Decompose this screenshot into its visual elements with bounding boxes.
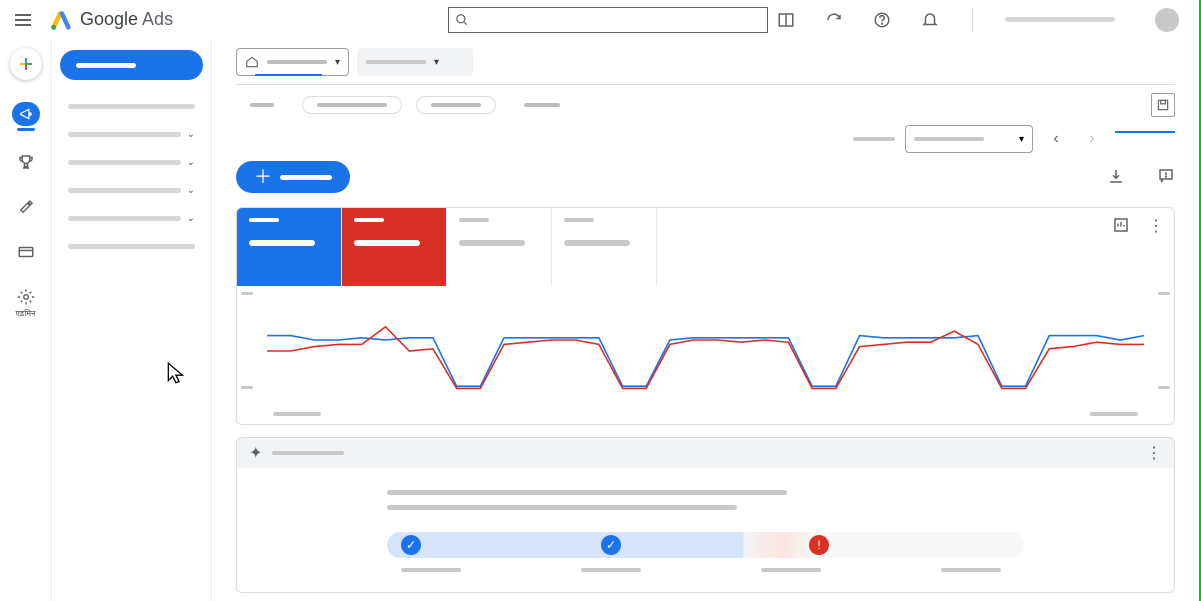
step-label-2 — [761, 568, 821, 572]
sidebar-item-2[interactable]: ⌄ — [60, 148, 203, 176]
main-menu-button[interactable] — [8, 14, 38, 26]
trophy-icon — [17, 153, 35, 171]
save-layout-icon[interactable] — [1151, 93, 1175, 117]
caret-down-icon: ▾ — [434, 57, 439, 68]
metric-card-1[interactable] — [342, 208, 447, 286]
step-label-0 — [401, 568, 461, 572]
breadcrumb-2[interactable] — [416, 96, 496, 114]
new-button[interactable]: ＋ — [236, 161, 350, 193]
metric-card-3[interactable] — [552, 208, 657, 286]
caret-down-icon: ▾ — [1019, 134, 1024, 145]
tools-icon — [17, 198, 35, 216]
more-icon[interactable]: ⋮ — [1148, 216, 1164, 239]
recommendation-title — [387, 490, 787, 495]
account-name — [1005, 17, 1115, 22]
step-label-1 — [581, 568, 641, 572]
breadcrumb-1[interactable] — [302, 96, 402, 114]
chevron-down-icon: ⌄ — [187, 129, 195, 140]
step-done-icon: ✓ — [601, 535, 621, 555]
app-name: Google Ads — [80, 9, 173, 30]
metric-card-2[interactable] — [447, 208, 552, 286]
plus-icon: ＋ — [254, 168, 272, 186]
active-tab-indicator — [1115, 131, 1175, 133]
ads-logo-icon — [50, 9, 72, 31]
sidebar-item-3[interactable]: ⌄ — [60, 176, 203, 204]
step-error-icon: ! — [809, 535, 829, 555]
card-icon — [17, 243, 35, 261]
breadcrumb-0[interactable] — [236, 96, 288, 114]
search-icon — [449, 13, 475, 27]
expand-chart-icon[interactable] — [1112, 216, 1130, 239]
rail-campaigns[interactable] — [10, 102, 42, 131]
step-done-icon: ✓ — [401, 535, 421, 555]
daterange-dropdown[interactable]: ▾ — [905, 125, 1033, 153]
help-icon[interactable] — [872, 10, 892, 30]
sidebar-item-5[interactable] — [60, 232, 203, 260]
recommendation-heading — [272, 451, 344, 455]
step-label-3 — [941, 568, 1001, 572]
campaign-selector[interactable]: ▾ — [357, 48, 473, 76]
chevron-down-icon: ⌄ — [187, 157, 195, 168]
create-button[interactable] — [10, 48, 42, 80]
rail-goals[interactable] — [10, 153, 42, 176]
rail-admin-label: एडमिन — [16, 308, 36, 319]
account-selector[interactable]: ▾ — [236, 48, 349, 76]
setup-progress: ✓ ✓ ! — [387, 532, 1024, 558]
divider — [972, 8, 973, 32]
search-input[interactable] — [475, 13, 767, 27]
rail-tools[interactable] — [10, 198, 42, 221]
gear-icon — [17, 288, 35, 306]
metric-card-0[interactable] — [237, 208, 342, 286]
sidebar-item-0[interactable] — [60, 92, 203, 120]
breadcrumb-3[interactable] — [510, 96, 574, 114]
home-icon — [245, 55, 259, 69]
date-prev-button[interactable]: ‹ — [1043, 126, 1069, 152]
sidebar-primary[interactable] — [60, 50, 203, 80]
sidebar-item-4[interactable]: ⌄ — [60, 204, 203, 232]
daterange-label — [853, 137, 895, 141]
chevron-down-icon: ⌄ — [187, 185, 195, 196]
recommendation-subtitle — [387, 505, 737, 510]
notifications-icon[interactable] — [920, 10, 940, 30]
sidebar-item-1[interactable]: ⌄ — [60, 120, 203, 148]
google-ads-logo: Google Ads — [50, 9, 173, 31]
caret-down-icon: ▾ — [335, 57, 340, 68]
performance-chart — [267, 296, 1144, 406]
chevron-down-icon: ⌄ — [187, 213, 195, 224]
search-box[interactable] — [448, 7, 768, 33]
sparkle-icon: ✦ — [249, 443, 262, 463]
user-avatar[interactable] — [1155, 8, 1179, 32]
rail-billing[interactable] — [10, 243, 42, 266]
download-icon[interactable] — [1107, 167, 1125, 190]
rail-admin[interactable]: एडमिन — [10, 288, 42, 319]
date-next-button: › — [1079, 126, 1105, 152]
more-icon[interactable]: ⋮ — [1146, 443, 1162, 463]
legend-1 — [1090, 412, 1138, 416]
refresh-icon[interactable] — [824, 10, 844, 30]
legend-0 — [273, 412, 321, 416]
appearance-icon[interactable] — [776, 10, 796, 30]
feedback-icon[interactable] — [1157, 167, 1175, 190]
